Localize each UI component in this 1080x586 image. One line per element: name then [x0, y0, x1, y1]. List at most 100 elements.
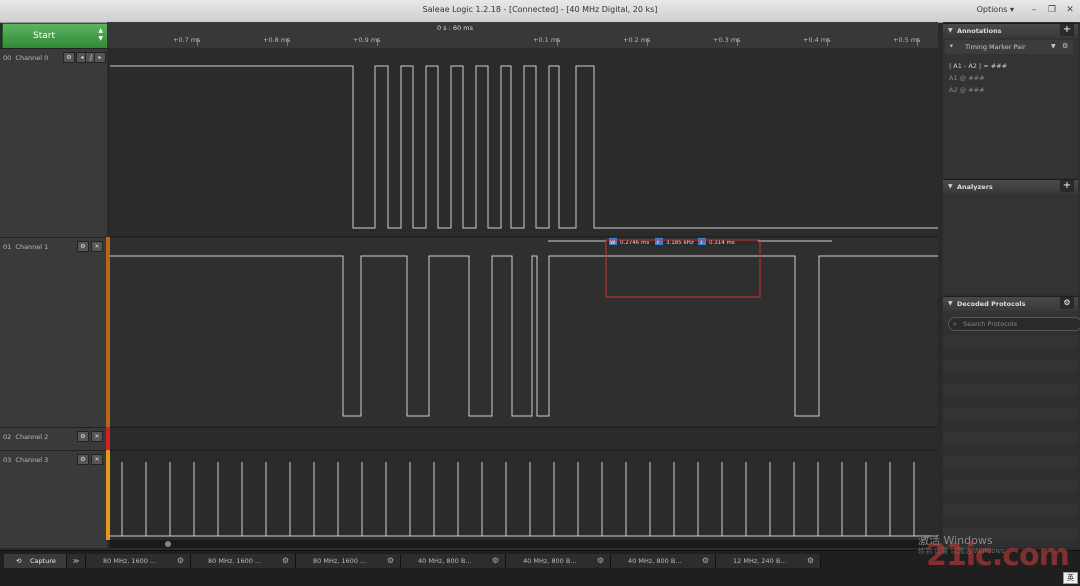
width-label: W [610, 240, 616, 246]
gear-icon[interactable]: ⚙ [177, 554, 184, 568]
tab-label: 40 MHz, 800 B... [628, 557, 682, 565]
period-value: 0.314 ms [709, 240, 735, 246]
horizontal-scrollbar[interactable] [110, 540, 938, 548]
collapse-icon[interactable]: ▼ [948, 300, 953, 307]
gear-icon[interactable]: ⚙ [282, 554, 289, 568]
add-analyzer-button[interactable]: + [1060, 180, 1074, 192]
time-ruler[interactable]: 0 s : 60 ms +0.7 ms +0.8 ms +0.9 ms +0.1… [107, 22, 938, 49]
close-icon[interactable]: ✕ [91, 241, 103, 252]
channel-index: 02 [3, 433, 12, 441]
channel-2-header[interactable]: 02 Channel 2 ⚙ ✕ [0, 427, 107, 451]
close-icon[interactable]: ✕ [91, 431, 103, 442]
channel-index: 03 [3, 456, 12, 464]
tab-session[interactable]: 40 MHz, 800 B... ⚙ [611, 554, 716, 568]
scroll-thumb[interactable] [165, 541, 171, 547]
ruler-tick: +0.3 ms [713, 36, 741, 44]
tab-label: 80 MHz, 1600 ... [103, 557, 157, 565]
waveform-area[interactable]: W 0.2746 ms f 3.185 kHz T 0.314 ms [110, 48, 938, 540]
annotations-body: ⯆ Timing Marker Pair ▼ ⚙ | A1 - A2 | = #… [943, 38, 1078, 178]
tabs-overflow-icon[interactable]: ≫ [67, 554, 86, 568]
gear-icon[interactable]: ⚙ [77, 241, 89, 252]
analyzers-header[interactable]: ▼ Analyzers + [943, 179, 1078, 195]
tab-label: 80 MHz, 1600 ... [208, 557, 262, 565]
marker-a2: A2 @ ### [949, 86, 985, 94]
start-button[interactable]: Start ▲ ▼ [2, 23, 108, 49]
tab-capture[interactable]: ⟲ Capture [4, 554, 67, 568]
channel-0-header[interactable]: 00 Channel 0 ⚙ ◂ ∫ ▸ [0, 48, 107, 239]
gear-icon[interactable]: ⚙ [492, 554, 499, 568]
gear-icon[interactable]: ⚙ [807, 554, 814, 568]
options-menu[interactable]: Options ▾ [977, 5, 1014, 14]
ruler-tick: +0.8 ms [263, 36, 291, 44]
search-input[interactable]: ⌕ Search Protocols [948, 317, 1080, 331]
window-title: Saleae Logic 1.2.18 - [Connected] - [40 … [422, 5, 658, 14]
decoded-protocols-title: Decoded Protocols [957, 300, 1026, 308]
ruler-tick: +0.5 ms [893, 36, 921, 44]
timing-marker-pair[interactable]: ⯆ Timing Marker Pair ▼ ⚙ [945, 40, 1073, 54]
channel-name: Channel 2 [15, 433, 49, 441]
gear-icon[interactable]: ⚙ [77, 454, 89, 465]
ruler-tick: +0.4 ms [803, 36, 831, 44]
gear-icon[interactable]: ⚙ [1062, 42, 1068, 50]
gear-icon[interactable]: ⚙ [387, 554, 394, 568]
channel-1-header[interactable]: 01 Channel 1 ⚙ ✕ [0, 237, 107, 428]
pin-icon: ⯆ [949, 43, 954, 50]
decoded-protocols-header[interactable]: ▼ Decoded Protocols ⚙ [943, 296, 1078, 312]
tab-session[interactable]: 80 MHz, 1600 ... ⚙ [86, 554, 191, 568]
search-placeholder: Search Protocols [963, 320, 1017, 328]
ruler-center-time: 0 s : 60 ms [437, 24, 473, 32]
side-panel: ▼ Annotations + ⯆ Timing Marker Pair ▼ ⚙… [943, 22, 1080, 548]
add-annotation-button[interactable]: + [1060, 24, 1074, 36]
channel-name: Channel 3 [15, 456, 49, 464]
search-icon: ⌕ [953, 320, 957, 328]
tab-label: Capture [30, 557, 56, 565]
gear-icon[interactable]: ⚙ [597, 554, 604, 568]
tab-session[interactable]: 80 MHz, 1600 ... ⚙ [191, 554, 296, 568]
tab-session[interactable]: 80 MHz, 1600 ... ⚙ [296, 554, 401, 568]
annotations-title: Annotations [957, 27, 1002, 35]
channel-name: Channel 1 [15, 243, 49, 251]
channel-list: 00 Channel 0 ⚙ ◂ ∫ ▸ 01 Channel 1 ⚙ ✕ 02… [0, 48, 107, 548]
channel-index: 00 [3, 54, 12, 62]
minimize-icon[interactable]: – [1026, 3, 1042, 17]
tab-label: 80 MHz, 1600 ... [313, 557, 367, 565]
dropdown-icon[interactable]: ▼ [1051, 43, 1056, 50]
close-icon[interactable]: ✕ [1062, 3, 1078, 17]
tab-label: 40 MHz, 800 B... [523, 557, 577, 565]
tab-label: 12 MHz, 240 B... [733, 557, 787, 565]
title-bar: Saleae Logic 1.2.18 - [Connected] - [40 … [0, 0, 1080, 23]
channel-name: Channel 0 [15, 54, 49, 62]
channel-index: 01 [3, 243, 12, 251]
gear-icon[interactable]: ⚙ [77, 431, 89, 442]
ruler-tick: +0.9 ms [353, 36, 381, 44]
marker-delta: | A1 - A2 | = ### [949, 62, 1008, 70]
annotations-header[interactable]: ▼ Annotations + [943, 23, 1078, 39]
close-icon[interactable]: ✕ [91, 454, 103, 465]
decoded-protocols-body: ⌕ Search Protocols [943, 311, 1080, 547]
channel-3-header[interactable]: 03 Channel 3 ⚙ ✕ [0, 450, 107, 549]
period-label: T [699, 240, 704, 246]
analyzers-title: Analyzers [957, 183, 993, 191]
start-button-label: Start [33, 31, 55, 41]
marker-a1: A1 @ ### [949, 74, 985, 82]
ime-indicator[interactable]: 英 [1063, 572, 1078, 584]
tab-session[interactable]: 40 MHz, 800 B... ⚙ [401, 554, 506, 568]
timing-marker-pair-label: Timing Marker Pair [965, 43, 1026, 51]
ruler-tick: +0.2 ms [623, 36, 651, 44]
gear-icon[interactable]: ⚙ [63, 52, 75, 63]
nav-next-edge-icon[interactable]: ▸ [94, 52, 106, 63]
site-logo-watermark: 21ic.com [926, 538, 1070, 573]
start-options-arrows-icon[interactable]: ▲ ▼ [98, 27, 103, 43]
ruler-tick: +0.1 ms [533, 36, 561, 44]
gear-icon[interactable]: ⚙ [1060, 297, 1074, 309]
ruler-tick: +0.7 ms [173, 36, 201, 44]
gear-icon[interactable]: ⚙ [702, 554, 709, 568]
collapse-icon[interactable]: ▼ [948, 183, 953, 190]
width-value: 0.2746 ms [620, 240, 649, 246]
capture-icon: ⟲ [16, 557, 22, 565]
collapse-icon[interactable]: ▼ [948, 27, 953, 34]
tab-label: 40 MHz, 800 B... [418, 557, 472, 565]
tab-session[interactable]: 12 MHz, 240 B... ⚙ [716, 554, 821, 568]
tab-session[interactable]: 40 MHz, 800 B... ⚙ [506, 554, 611, 568]
restore-icon[interactable]: ❐ [1044, 3, 1060, 17]
